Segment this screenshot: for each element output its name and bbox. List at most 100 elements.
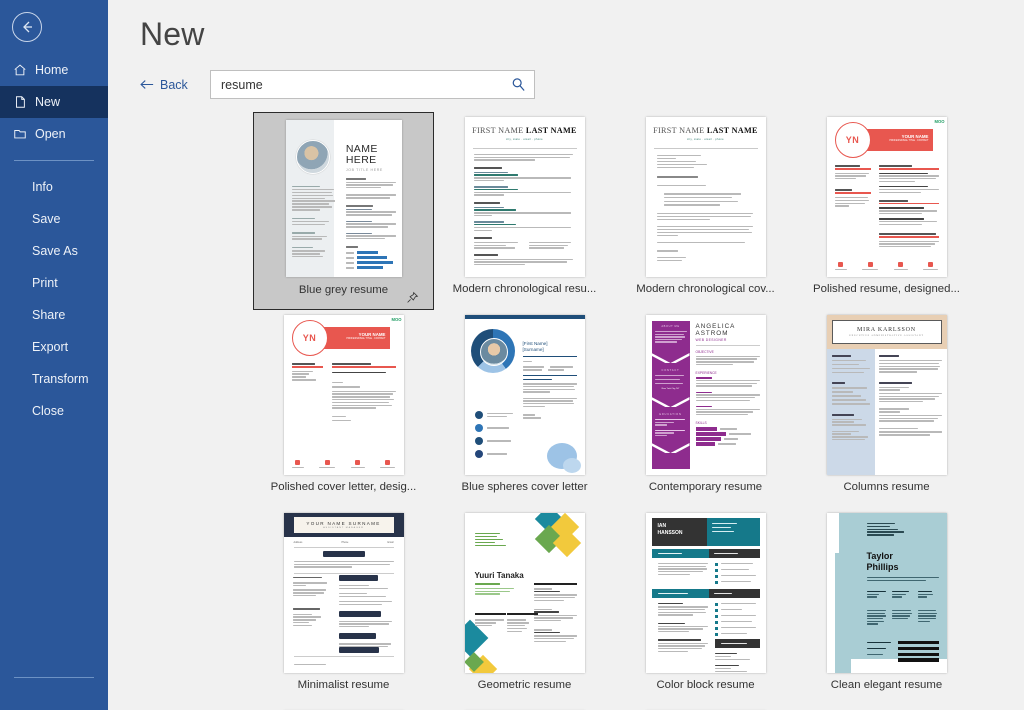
template-caption: Minimalist resume	[297, 679, 390, 691]
template-card-clean-elegant-resume[interactable]: Taylor Phillips Clean elegant resume	[796, 508, 977, 706]
template-caption: Columns resume	[843, 481, 930, 493]
template-caption: Contemporary resume	[648, 481, 763, 493]
template-card-polished-cover-letter[interactable]: YOUR NAME PROFESSIONAL TITLE · CONTACT Y…	[253, 310, 434, 508]
search-row: Back	[140, 70, 1024, 99]
template-card-color-block-resume[interactable]: IAN HANSSON Color block resume	[615, 508, 796, 706]
sidebar-item-open[interactable]: Open	[0, 118, 108, 150]
thumb-text-name: NAME HERE	[345, 142, 378, 166]
sidebar-item-label: Transform	[32, 372, 89, 386]
sidebar-item-transform[interactable]: Transform	[0, 363, 108, 395]
template-thumbnail-modern-chrono-resume: FIRST NAME LAST NAME city, state · email…	[464, 117, 585, 277]
sidebar-item-label: Home	[35, 63, 69, 77]
main-content: New Back resume NAME HERE JOB TITLE HERE…	[108, 0, 1024, 710]
search-input[interactable]	[221, 77, 511, 92]
template-card-polished-resume[interactable]: YOUR NAME PROFESSIONAL TITLE · CONTACT Y…	[796, 112, 977, 310]
thumb-text-lastname: HANSSON	[657, 529, 683, 536]
template-card-modern-initials-resume[interactable]: M|K Mira Karlsson PROFESSIONAL TITLE	[615, 706, 796, 710]
sidebar-item-label: Open	[35, 127, 66, 141]
back-to-document-button[interactable]	[12, 12, 42, 42]
back-button[interactable]: Back	[140, 78, 200, 92]
sidebar-item-label: Save	[32, 212, 61, 226]
word-backstage-new-screen: Home New Open Info Save Save As Print Sh…	[0, 0, 1024, 710]
sidebar-item-save[interactable]: Save	[0, 203, 108, 235]
template-thumbnail-columns: MIRA KARLSSON EXECUTIVE ADMINISTRATIVE A…	[826, 315, 947, 475]
template-thumbnail-clean-elegant: Taylor Phillips	[826, 513, 947, 673]
sidebar-primary-nav: Home New Open	[0, 54, 108, 150]
sidebar-item-share[interactable]: Share	[0, 299, 108, 331]
sidebar-item-save-as[interactable]: Save As	[0, 235, 108, 267]
template-card-swiss-design-resume[interactable]: Office Manager Chanchal Sharma	[434, 706, 615, 710]
template-caption: Modern chronological resu...	[452, 283, 597, 295]
template-caption: Blue spheres cover letter	[461, 481, 588, 493]
template-card-modern-chronological-cover[interactable]: FIRST NAME LAST NAME city, state · email…	[615, 112, 796, 310]
template-card-geometric-resume[interactable]: Yuuri Tanaka Geometric resume	[434, 508, 615, 706]
template-caption: Modern chronological cov...	[636, 283, 775, 295]
template-caption: Color block resume	[656, 679, 755, 691]
thumb-text-name: YOUR NAME SURNAME	[306, 521, 381, 526]
thumb-text-initials: YN	[834, 122, 871, 158]
template-thumbnail-minimalist: YOUR NAME SURNAME ASSISTANT MANAGER Addr…	[283, 513, 404, 673]
template-caption: Geometric resume	[477, 679, 572, 691]
sidebar-item-label: Share	[32, 308, 66, 322]
sidebar-item-label: Close	[32, 404, 64, 418]
template-thumbnail-blue-grey: NAME HERE JOB TITLE HERE	[285, 119, 402, 277]
template-thumbnail-contemporary: ABOUT ME CONTACT New York City, NY EDUCA…	[645, 315, 766, 475]
sidebar-item-label: Save As	[32, 244, 78, 258]
template-thumbnail-blue-spheres: [First Name] [Surname]	[464, 315, 585, 475]
thumb-text-initials: YN	[291, 320, 328, 356]
sidebar-item-close[interactable]: Close	[0, 395, 108, 427]
backstage-sidebar: Home New Open Info Save Save As Print Sh…	[0, 0, 108, 710]
template-card-blue-grey-resume[interactable]: NAME HERE JOB TITLE HERE Blue grey resum…	[253, 112, 434, 310]
moo-logo: MOO	[934, 119, 945, 124]
sidebar-item-new[interactable]: New	[0, 86, 108, 118]
thumb-text-contact: city, state · email · phone	[687, 138, 724, 141]
home-icon	[13, 63, 35, 77]
thumb-text-contact: city, state · email · phone	[506, 138, 543, 141]
template-caption: Polished resume, designed...	[813, 283, 960, 295]
template-thumbnail-wrap: NAME HERE JOB TITLE HERE	[254, 113, 433, 283]
template-card-basic-modern-resume[interactable]: Your Name Surname assistant manager	[253, 706, 434, 710]
template-caption: Polished cover letter, desig...	[270, 481, 417, 493]
sidebar-item-label: Export	[32, 340, 69, 354]
thumb-text-title: FIRST NAME LAST NAME	[653, 126, 758, 135]
moo-logo: MOO	[391, 317, 402, 322]
sidebar-divider	[14, 160, 94, 161]
thumb-text-name: ANGELICA ASTROM	[695, 323, 735, 337]
thumb-text-role: WEB DESIGNER	[695, 338, 727, 342]
thumb-text-name: MIRA KARLSSON	[857, 327, 916, 333]
template-card-modern-chronological-resume[interactable]: FIRST NAME LAST NAME city, state · email…	[434, 112, 615, 310]
search-icon[interactable]	[511, 77, 526, 92]
template-card-contemporary-resume[interactable]: ABOUT ME CONTACT New York City, NY EDUCA…	[615, 310, 796, 508]
template-thumbnail-color-block: IAN HANSSON	[645, 513, 766, 673]
sidebar-item-info[interactable]: Info	[0, 171, 108, 203]
sidebar-bottom-divider	[14, 677, 94, 678]
back-button-label: Back	[160, 77, 188, 92]
back-arrow-circle-icon	[23, 21, 32, 33]
template-thumbnail-modern-chrono-cover: FIRST NAME LAST NAME city, state · email…	[645, 117, 766, 277]
thumb-text-role: ASSISTANT MANAGER	[323, 527, 364, 529]
thumb-text-name: Yuuri Tanaka	[474, 571, 524, 580]
sidebar-item-label: New	[35, 95, 61, 109]
sidebar-item-label: Print	[32, 276, 58, 290]
template-card-columns-resume[interactable]: MIRA KARLSSON EXECUTIVE ADMINISTRATIVE A…	[796, 310, 977, 508]
thumb-text-lastname: Phillips	[866, 562, 899, 572]
sidebar-secondary-nav: Info Save Save As Print Share Export Tra…	[0, 171, 108, 427]
new-document-icon	[13, 95, 35, 109]
arrow-left-icon	[140, 80, 154, 89]
thumb-text-firstname: Taylor	[866, 551, 893, 561]
thumb-text-surname: [Surname]	[522, 347, 544, 352]
page-title: New	[140, 16, 205, 52]
search-box[interactable]	[210, 70, 535, 99]
template-card-blue-spheres-cover-letter[interactable]: [First Name] [Surname] Blue spheres cove…	[434, 310, 615, 508]
template-grid: NAME HERE JOB TITLE HERE Blue grey resum…	[253, 112, 1024, 710]
sidebar-item-print[interactable]: Print	[0, 267, 108, 299]
template-card-minimalist-resume[interactable]: YOUR NAME SURNAME ASSISTANT MANAGER Addr…	[253, 508, 434, 706]
open-folder-icon	[13, 127, 35, 141]
template-caption: Clean elegant resume	[830, 679, 943, 691]
pin-icon[interactable]	[406, 291, 419, 304]
template-thumbnail-polished-cover: YOUR NAME PROFESSIONAL TITLE · CONTACT Y…	[283, 315, 404, 475]
template-thumbnail-geometric: Yuuri Tanaka	[464, 513, 585, 673]
sidebar-item-home[interactable]: Home	[0, 54, 108, 86]
sidebar-item-label: Info	[32, 180, 53, 194]
sidebar-item-export[interactable]: Export	[0, 331, 108, 363]
